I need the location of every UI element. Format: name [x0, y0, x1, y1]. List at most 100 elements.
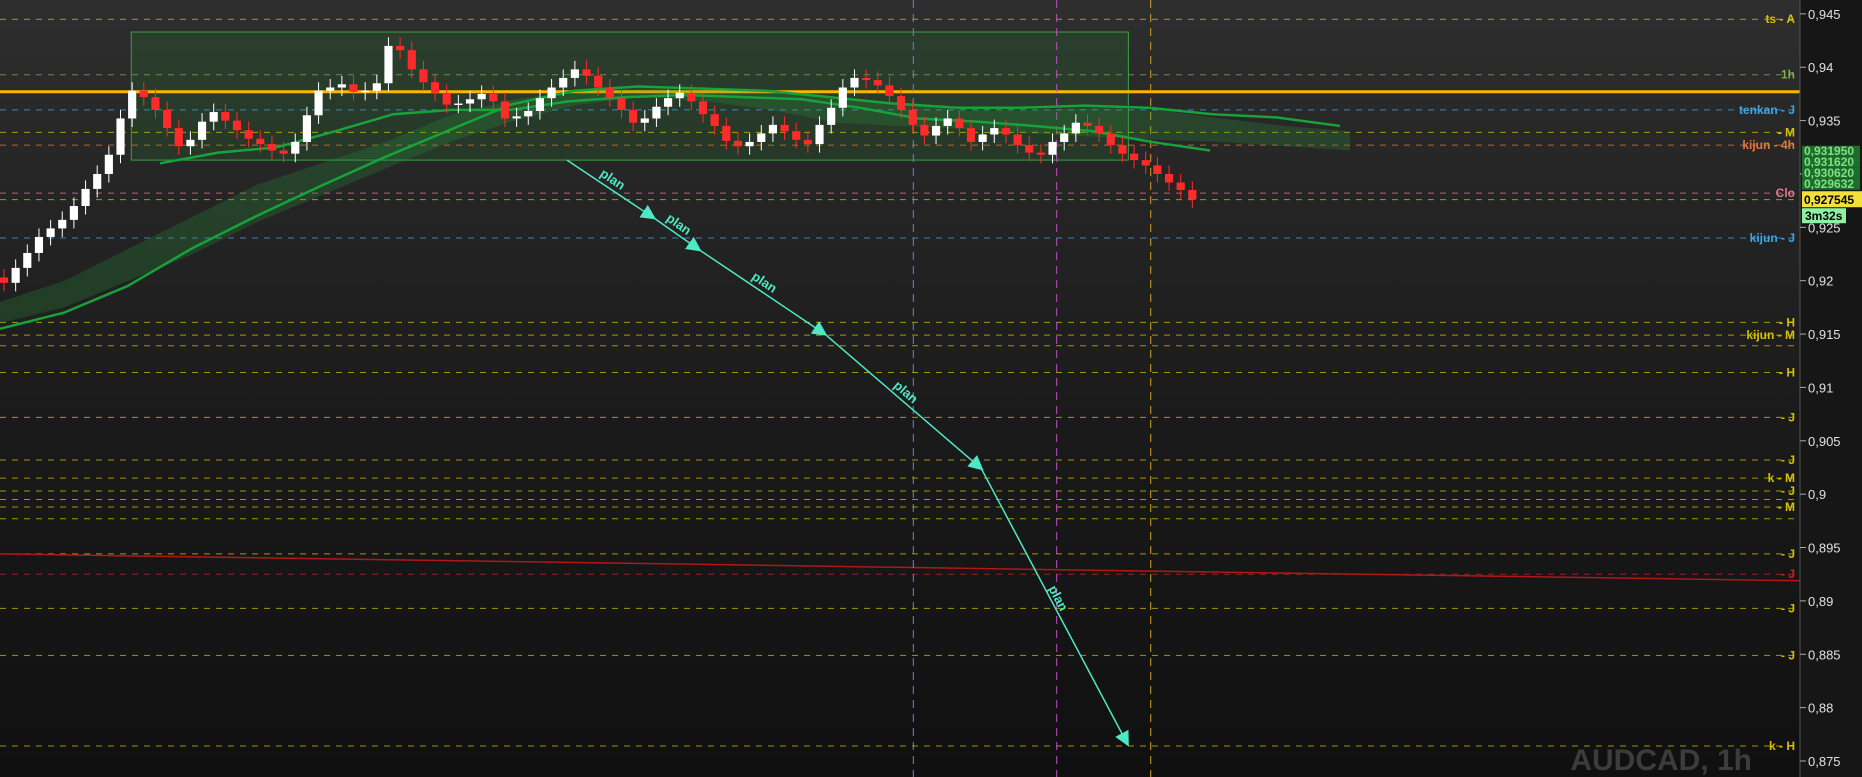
level-label: - H [1779, 365, 1795, 379]
candle-body [151, 97, 160, 110]
tick-label: 0,935 [1808, 114, 1841, 129]
candle-body [955, 118, 964, 129]
candle-body [116, 118, 125, 155]
level-label: - J [1781, 484, 1795, 498]
level-label: - M [1778, 500, 1795, 514]
candle-body [0, 277, 9, 283]
candle-body [46, 228, 55, 237]
candle-body [267, 144, 277, 151]
level-label: kijun - 4h [1742, 138, 1795, 152]
candle-body [640, 118, 649, 123]
candle-body [990, 128, 999, 135]
candle-body [1001, 128, 1011, 135]
candle-body [582, 69, 591, 76]
candle-body [1083, 122, 1092, 126]
plan-label: plan [749, 268, 780, 295]
candle-body [512, 116, 521, 119]
candle-body [897, 96, 906, 110]
candle-body [873, 80, 882, 86]
candle-body [745, 141, 754, 147]
plan-arrows-layer: planplanplanplanplan [566, 159, 1129, 747]
tick-label: 0,88 [1808, 701, 1833, 716]
plan-label: plan [891, 377, 921, 406]
candle-body [407, 50, 416, 70]
level-label: kijun - J [1750, 231, 1795, 245]
candle-body [757, 133, 766, 142]
candle-body [1095, 125, 1104, 134]
candle-body [524, 111, 533, 117]
level-label: - J [1781, 410, 1795, 424]
chart-area[interactable]: ts - A 1h tenkan - J - M kijun - 4h Clo kijun … [0, 0, 1862, 777]
cloud-value-label: 0,929632 [1804, 177, 1854, 191]
candle-body [803, 139, 812, 145]
price-chart[interactable]: ts - A 1h tenkan - J - M kijun - 4h Clo kijun … [0, 0, 1862, 777]
candle-body [500, 101, 510, 119]
candle-body [1048, 141, 1057, 155]
symbol-watermark: AUDCAD, 1h [1570, 744, 1752, 777]
candle-body [629, 109, 638, 123]
level-label: k - H [1769, 739, 1795, 753]
candle-body [733, 140, 743, 147]
red-trendline [0, 553, 1862, 583]
level-label: 1h [1781, 68, 1795, 82]
tick-label: 0,9 [1808, 487, 1826, 502]
plan-arrow [698, 249, 828, 336]
tick-label: 0,94 [1808, 60, 1833, 75]
candle-body [710, 114, 719, 126]
price-axis: 0,875 0,88 0,885 0,89 0,895 0,9 0,905 0,91 0,915… [1799, 0, 1862, 777]
candle-body [81, 188, 90, 206]
candle-body [1141, 160, 1150, 166]
candle-body [1188, 189, 1197, 200]
candle-body [186, 139, 195, 147]
candle-body [1153, 165, 1162, 174]
candle-body [69, 205, 78, 220]
level-label: kijun - M [1746, 328, 1795, 342]
candle-body [430, 82, 440, 93]
candle-body [104, 154, 113, 174]
candle-body [617, 98, 626, 110]
candle-body [862, 77, 871, 81]
candle-body [594, 75, 603, 88]
candle-body [93, 173, 102, 189]
candle-body [815, 124, 824, 145]
candle-body [58, 219, 67, 229]
candle-body [652, 106, 661, 119]
candle-body [1013, 134, 1022, 146]
candle-body [128, 90, 137, 119]
countdown-label: 3m32s [1805, 209, 1843, 223]
tick-label: 0,91 [1808, 380, 1833, 395]
candle-body [1164, 173, 1174, 183]
tick-label: 0,905 [1808, 434, 1841, 449]
level-label: Clo [1776, 186, 1795, 200]
level-label: ts - A [1765, 12, 1795, 26]
candle-body [570, 69, 579, 78]
candle-body [361, 90, 370, 93]
level-label: tenkan - J [1739, 103, 1795, 117]
candle-body [978, 134, 987, 142]
candle-body [291, 141, 300, 154]
candle-body [34, 236, 44, 253]
plan-label: plan [597, 166, 628, 193]
candle-body [908, 109, 917, 125]
tick-label: 0,895 [1808, 541, 1841, 556]
candle-body [163, 109, 172, 129]
candle-body [197, 121, 207, 140]
level-label: - J [1781, 567, 1795, 581]
level-label: - J [1781, 547, 1795, 561]
candle-body [1071, 122, 1080, 134]
candle-body [465, 99, 475, 104]
candle-body [314, 90, 323, 116]
candle-body [722, 125, 731, 141]
candle-body [547, 87, 556, 99]
tick-label: 0,945 [1808, 7, 1841, 22]
candle-body [419, 69, 428, 83]
tick-label: 0,885 [1808, 647, 1841, 662]
plan-arrow [824, 333, 984, 471]
tick-label: 0,89 [1808, 594, 1833, 609]
candle-body [209, 112, 218, 122]
candle-body [838, 87, 847, 108]
candle-body [675, 92, 684, 99]
level-label: - J [1781, 648, 1795, 662]
candle-body [221, 112, 230, 121]
candle-body [1036, 152, 1045, 155]
